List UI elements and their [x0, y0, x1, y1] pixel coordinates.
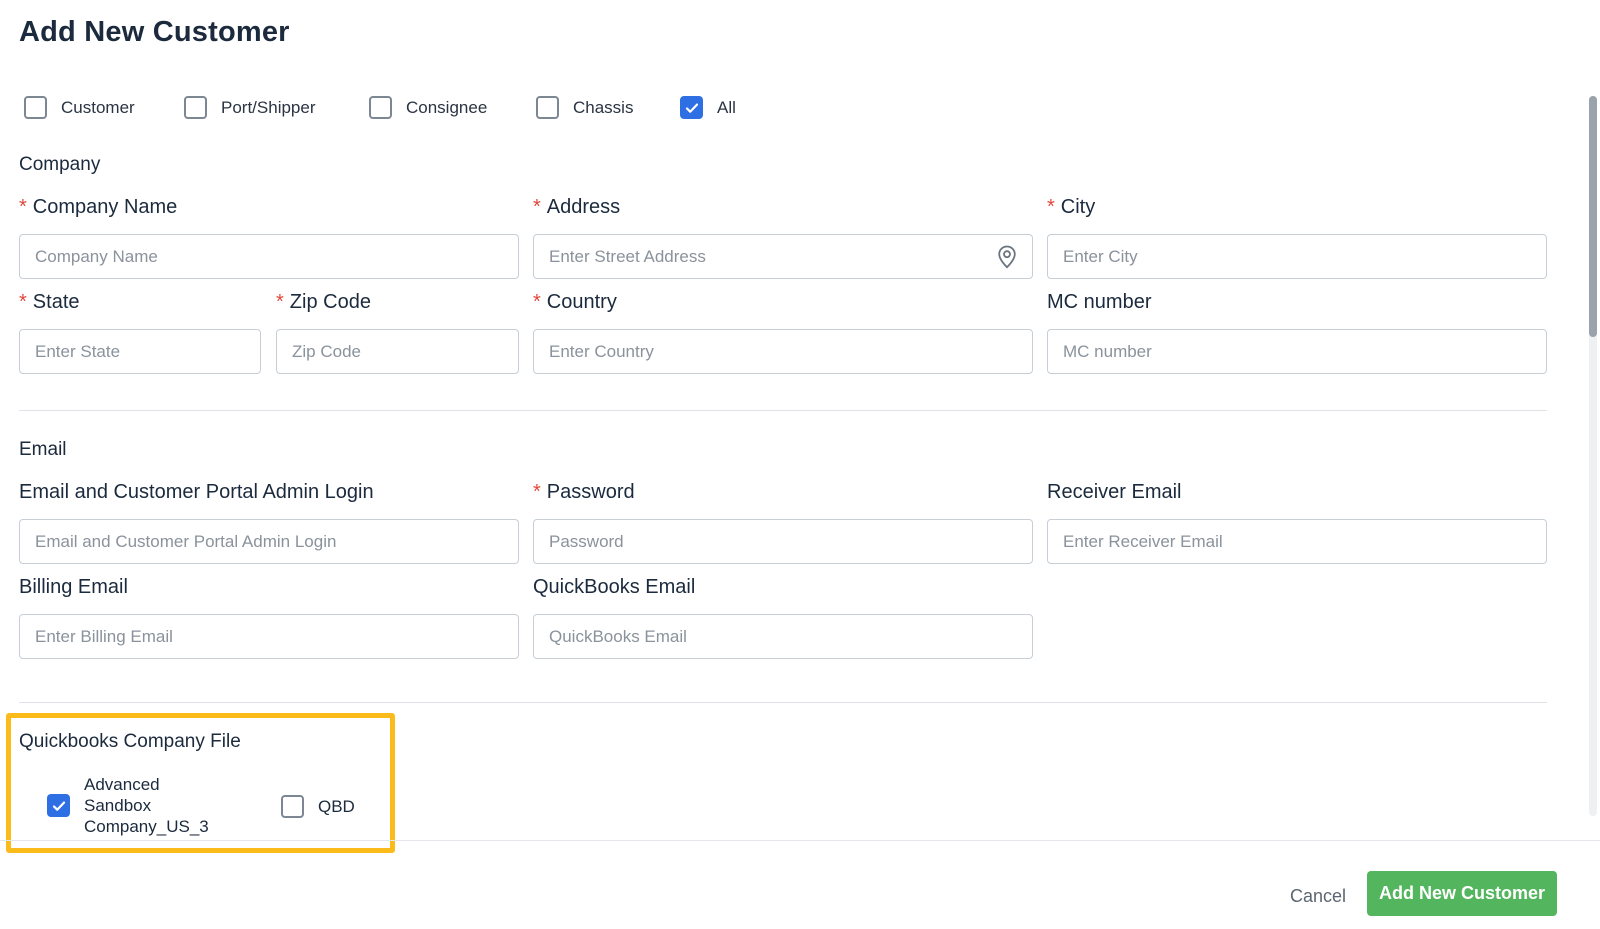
section-title-email: Email — [19, 439, 67, 460]
scrollbar-thumb[interactable] — [1589, 96, 1597, 337]
section-title-quickbooks-company-file: Quickbooks Company File — [19, 731, 241, 752]
receiver-email-input[interactable] — [1047, 519, 1547, 564]
required-asterisk: * — [533, 291, 541, 313]
city-label: * City — [1047, 196, 1095, 219]
zip-code-label: * Zip Code — [276, 291, 371, 314]
required-asterisk: * — [533, 481, 541, 503]
portal-login-email-input[interactable] — [19, 519, 519, 564]
checkbox[interactable] — [47, 794, 70, 817]
label-text: Company Name — [32, 196, 178, 218]
cancel-button[interactable]: Cancel — [1268, 876, 1368, 916]
mc-number-label: MC number — [1047, 291, 1152, 313]
customer-type-customer[interactable]: Customer — [24, 96, 135, 119]
label-line: Sandbox — [84, 796, 152, 815]
quickbooks-email-label: QuickBooks Email — [533, 576, 696, 598]
state-label: * State — [19, 291, 80, 314]
checkbox[interactable] — [24, 96, 47, 119]
label-text: State — [32, 291, 80, 313]
footer-divider — [0, 840, 1600, 841]
quickbooks-file-option-qbd[interactable]: QBD — [281, 795, 355, 818]
address-label: * Address — [533, 196, 620, 219]
section-title-company: Company — [19, 154, 101, 175]
required-asterisk: * — [19, 196, 27, 218]
customer-type-label: All — [717, 97, 736, 117]
receiver-email-label: Receiver Email — [1047, 481, 1182, 503]
portal-login-label: Email and Customer Portal Admin Login — [19, 481, 374, 503]
label-line: Advanced — [84, 775, 160, 794]
required-asterisk: * — [533, 196, 541, 218]
customer-type-consignee[interactable]: Consignee — [369, 96, 487, 119]
label-text: City — [1060, 196, 1096, 218]
checkbox[interactable] — [369, 96, 392, 119]
customer-type-all[interactable]: All — [680, 96, 736, 119]
quickbooks-file-label: Advanced Sandbox Company_US_3 — [84, 774, 209, 837]
checkbox[interactable] — [184, 96, 207, 119]
checkmark-icon — [685, 103, 698, 113]
label-text: Password — [546, 481, 635, 503]
checkmark-icon — [52, 801, 65, 811]
label-text: Country — [546, 291, 617, 313]
country-label: * Country — [533, 291, 617, 314]
mc-number-input[interactable] — [1047, 329, 1547, 374]
required-asterisk: * — [276, 291, 284, 313]
section-divider — [19, 702, 1547, 703]
quickbooks-file-label: QBD — [318, 797, 355, 816]
billing-email-input[interactable] — [19, 614, 519, 659]
label-text: Address — [546, 196, 621, 218]
page-title: Add New Customer — [19, 16, 290, 48]
customer-type-label: Customer — [61, 97, 135, 117]
customer-type-chassis[interactable]: Chassis — [536, 96, 633, 119]
location-pin-icon[interactable] — [997, 245, 1017, 269]
billing-email-label: Billing Email — [19, 576, 128, 598]
required-asterisk: * — [19, 291, 27, 313]
required-asterisk: * — [1047, 196, 1055, 218]
quickbooks-email-input[interactable] — [533, 614, 1033, 659]
password-input[interactable] — [533, 519, 1033, 564]
customer-type-label: Port/Shipper — [221, 97, 316, 117]
zip-code-input[interactable] — [276, 329, 519, 374]
checkbox[interactable] — [281, 795, 304, 818]
customer-type-label: Consignee — [406, 97, 488, 117]
password-label: * Password — [533, 481, 635, 504]
checkbox[interactable] — [680, 96, 703, 119]
country-input[interactable] — [533, 329, 1033, 374]
state-input[interactable] — [19, 329, 261, 374]
quickbooks-file-option-advanced-sandbox[interactable]: Advanced Sandbox Company_US_3 — [47, 774, 209, 837]
company-name-label: * Company Name — [19, 196, 177, 219]
checkbox[interactable] — [536, 96, 559, 119]
label-line: Company_US_3 — [84, 817, 209, 836]
scrollbar[interactable] — [1589, 96, 1597, 816]
city-input[interactable] — [1047, 234, 1547, 279]
address-input[interactable] — [533, 234, 1033, 279]
add-new-customer-button[interactable]: Add New Customer — [1367, 871, 1557, 916]
company-name-input[interactable] — [19, 234, 519, 279]
customer-type-label: Chassis — [573, 97, 634, 117]
customer-type-port-shipper[interactable]: Port/Shipper — [184, 96, 316, 119]
label-text: Zip Code — [289, 291, 371, 313]
section-divider — [19, 410, 1547, 411]
